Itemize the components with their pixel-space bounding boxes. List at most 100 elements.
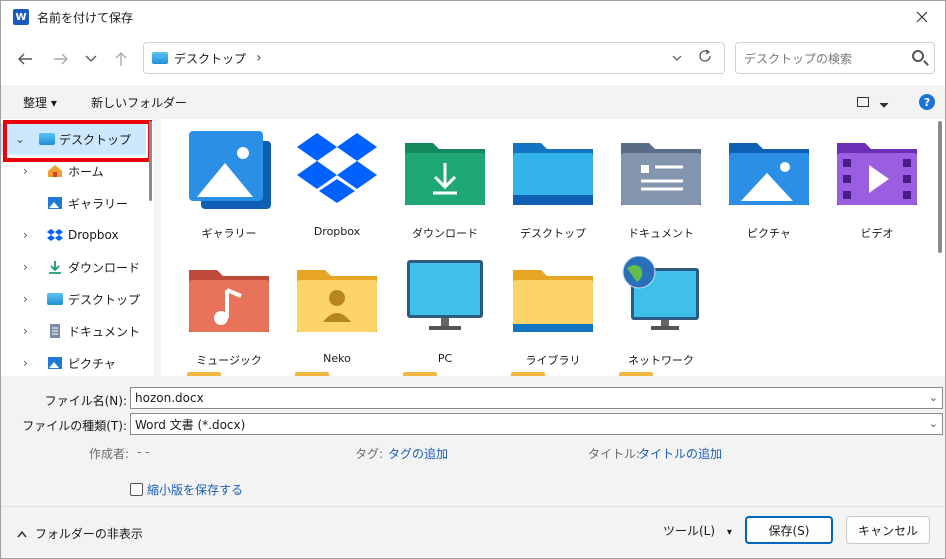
sidebar-item-documents[interactable]: › ドキュメント — [1, 315, 146, 347]
home-icon — [48, 165, 62, 177]
sidebar-scrollbar[interactable] — [149, 121, 152, 201]
refresh-button[interactable] — [698, 49, 712, 67]
file-item-music[interactable]: ミュージック — [179, 250, 279, 370]
desktop-folder-icon — [513, 143, 593, 205]
filetype-select[interactable]: Word 文書 (*.docx) ⌄ — [130, 413, 943, 435]
address-separator[interactable]: › — [256, 50, 262, 66]
save-options: ファイル名(N): hozon.docx ⌄ ファイルの種類(T): Word … — [1, 376, 945, 506]
chevron-right-icon[interactable]: › — [23, 228, 28, 242]
cancel-button[interactable]: キャンセル — [846, 516, 930, 544]
sidebar-item-downloads[interactable]: › ダウンロード — [1, 251, 146, 283]
file-item-gallery[interactable]: ギャラリー — [179, 123, 279, 243]
arrow-up-icon — [115, 52, 127, 66]
sidebar-item-pictures[interactable]: › ピクチャ — [1, 347, 146, 376]
file-item-label: ギャラリー — [201, 227, 257, 240]
file-item-libraries[interactable]: ライブラリ — [503, 250, 603, 370]
file-item-label: Neko — [323, 352, 351, 365]
tools-label: ツール(L) — [663, 524, 716, 538]
address-dropdown-button[interactable] — [672, 51, 682, 64]
download-icon — [49, 261, 61, 274]
dropbox-icon — [297, 133, 377, 203]
file-item-label: ダウンロード — [412, 227, 478, 240]
organize-button[interactable]: 整理 ▾ — [23, 94, 57, 111]
forward-button[interactable] — [49, 47, 73, 71]
search-icon[interactable] — [912, 50, 924, 62]
dialog-footer: フォルダーの非表示 ツール(L) ▾ 保存(S) キャンセル — [1, 506, 945, 558]
chevron-up-icon — [17, 530, 27, 538]
file-item-dropbox[interactable]: Dropbox — [287, 123, 387, 243]
file-item-documents[interactable]: ドキュメント — [611, 123, 711, 243]
view-options-button[interactable] — [879, 97, 889, 111]
title-bar: W 名前を付けて保存 — [1, 1, 945, 33]
refresh-icon — [699, 49, 711, 62]
author-value[interactable]: - - — [137, 445, 149, 459]
view-layout-icon[interactable] — [857, 97, 869, 107]
search-input[interactable]: デスクトップの検索 — [735, 42, 935, 74]
help-icon[interactable]: ? — [919, 94, 935, 110]
highlight-box — [3, 120, 152, 162]
up-button[interactable] — [109, 47, 133, 71]
recent-locations-button[interactable] — [79, 47, 103, 71]
tags-input[interactable]: タグの追加 — [388, 445, 448, 462]
gallery-icon — [48, 197, 62, 209]
hide-folders-label: フォルダーの非表示 — [34, 527, 143, 541]
file-list-scrollbar[interactable] — [938, 121, 942, 253]
close-button[interactable] — [899, 1, 945, 33]
search-placeholder: デスクトップの検索 — [744, 51, 853, 66]
download-folder-icon — [405, 143, 485, 205]
author-label: 作成者: — [89, 447, 130, 461]
file-item-videos[interactable]: ビデオ — [827, 123, 927, 243]
libraries-folder-icon — [513, 270, 593, 332]
filename-label: ファイル名(N): — [44, 394, 127, 408]
filename-value: hozon.docx — [135, 391, 204, 405]
dropbox-icon — [47, 229, 63, 241]
sidebar-item-gallery[interactable]: ギャラリー — [1, 187, 146, 219]
file-item-label: ビデオ — [860, 227, 894, 240]
file-item-pictures[interactable]: ピクチャ — [719, 123, 819, 243]
tags-label: タグ: — [355, 447, 384, 461]
file-item-label: ネットワーク — [628, 354, 694, 367]
chevron-down-icon — [672, 55, 682, 61]
sidebar-item-label: ホーム — [68, 164, 104, 179]
chevron-down-icon[interactable]: ⌄ — [929, 391, 938, 404]
chevron-down-icon — [879, 102, 889, 108]
chevron-right-icon[interactable]: › — [23, 260, 28, 274]
address-bar[interactable]: デスクトップ › — [143, 42, 725, 74]
sidebar-item-label: ギャラリー — [68, 196, 129, 211]
word-icon: W — [13, 9, 29, 25]
thumbnail-label[interactable]: 縮小版を保存する — [147, 481, 243, 498]
file-item-pc[interactable]: PC — [395, 250, 495, 370]
chevron-down-icon — [85, 55, 97, 62]
chevron-right-icon[interactable]: › — [23, 164, 28, 178]
sidebar-item-label: ピクチャ — [68, 356, 116, 371]
music-folder-icon — [189, 270, 269, 332]
file-item-neko[interactable]: Neko — [287, 250, 387, 370]
sidebar-item-dropbox[interactable]: › Dropbox — [1, 219, 146, 251]
pc-icon — [407, 260, 483, 330]
file-item-desktop[interactable]: デスクトップ — [503, 123, 603, 243]
chevron-down-icon[interactable]: ⌄ — [929, 417, 938, 430]
file-item-network[interactable]: ネットワーク — [611, 250, 711, 370]
filetype-label: ファイルの種類(T): — [22, 419, 127, 433]
hide-folders-button[interactable]: フォルダーの非表示 — [17, 525, 143, 542]
desktop-icon — [47, 293, 63, 305]
file-item-label: PC — [437, 352, 453, 365]
file-item-label: ミュージック — [196, 354, 262, 367]
pictures-folder-icon — [729, 143, 809, 205]
new-folder-button[interactable]: 新しいフォルダー — [91, 94, 187, 111]
document-icon — [50, 324, 60, 338]
chevron-right-icon[interactable]: › — [23, 356, 28, 370]
command-bar: 整理 ▾ 新しいフォルダー ? — [1, 85, 945, 119]
thumbnail-checkbox[interactable] — [130, 483, 143, 496]
back-button[interactable] — [13, 47, 37, 71]
file-item-downloads[interactable]: ダウンロード — [395, 123, 495, 243]
videos-folder-icon — [837, 143, 917, 205]
sidebar-item-desktop[interactable]: › デスクトップ — [1, 283, 146, 315]
tools-button[interactable]: ツール(L) ▾ — [663, 522, 732, 539]
chevron-right-icon[interactable]: › — [23, 292, 28, 306]
save-button[interactable]: 保存(S) — [745, 516, 833, 544]
filename-input[interactable]: hozon.docx ⌄ — [130, 387, 943, 409]
filetype-value: Word 文書 (*.docx) — [135, 417, 246, 432]
title-input[interactable]: タイトルの追加 — [638, 445, 722, 462]
chevron-right-icon[interactable]: › — [23, 324, 28, 338]
